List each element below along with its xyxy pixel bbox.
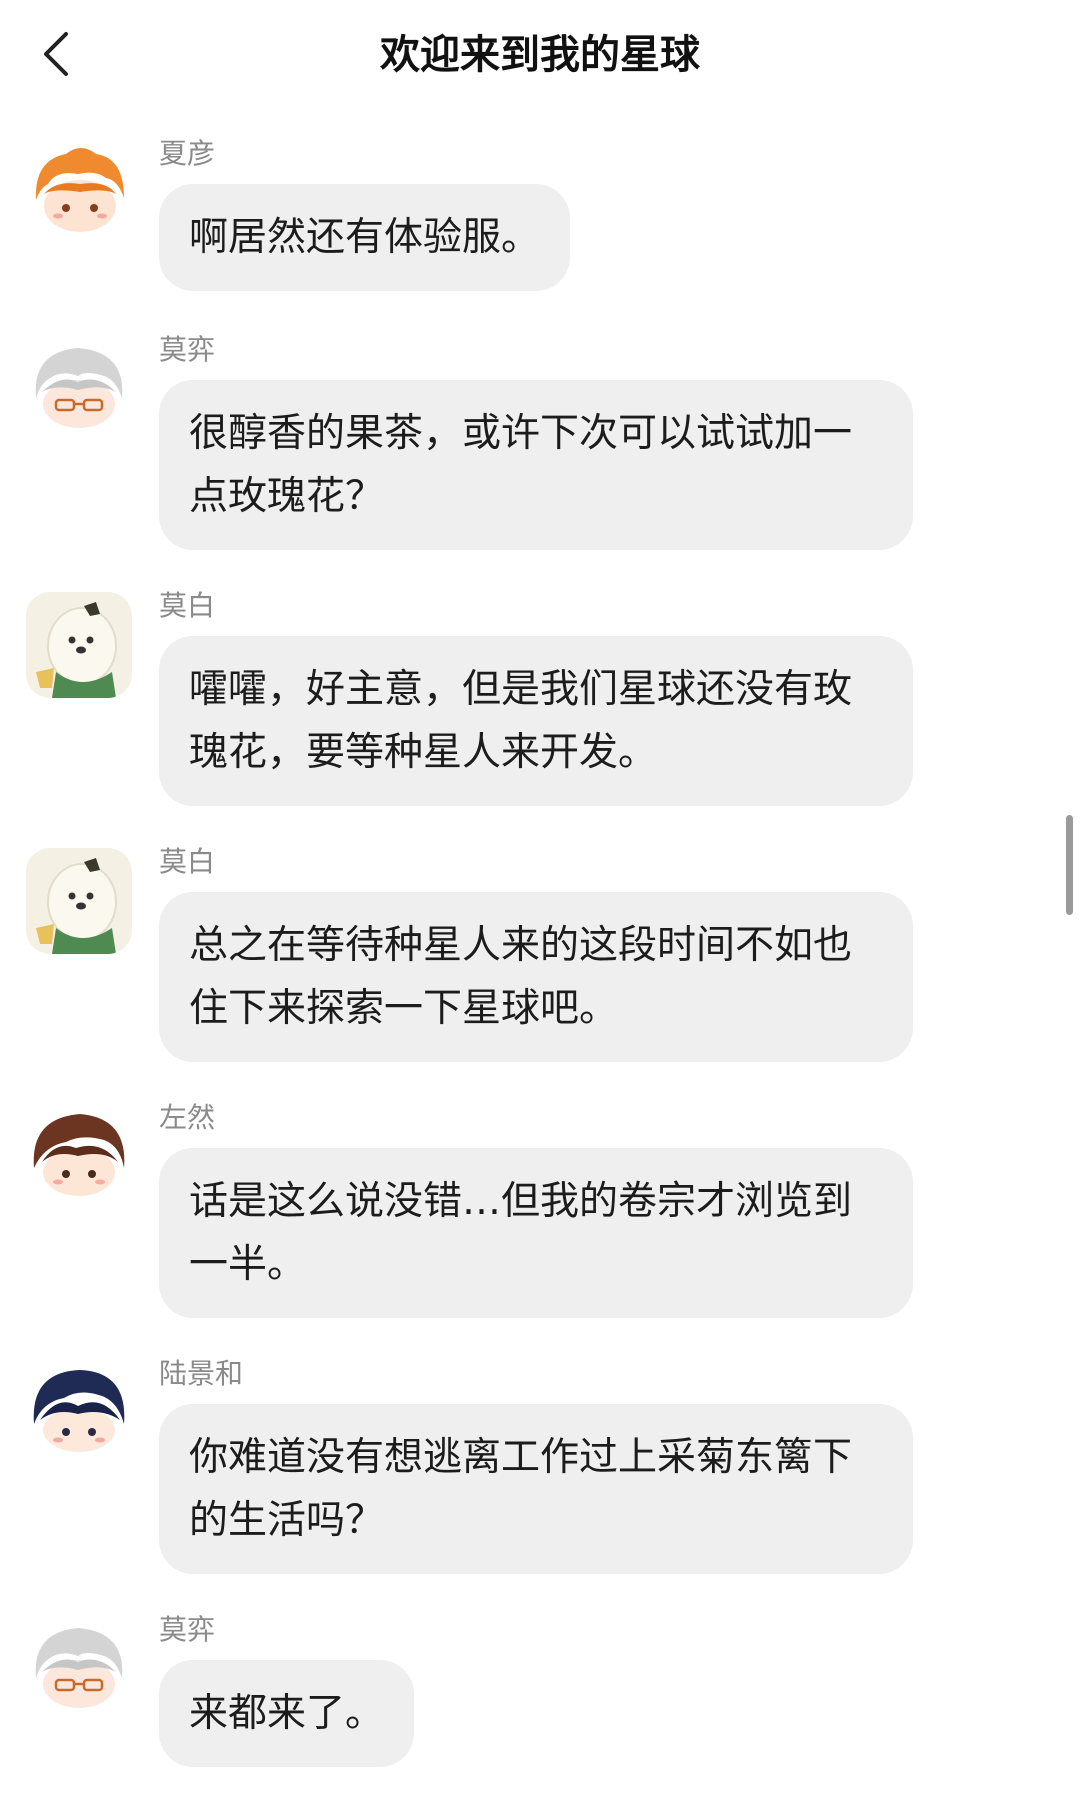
avatar[interactable]: [26, 1616, 132, 1722]
message-bubble[interactable]: 嚯嚯，好主意，但是我们星球还没有玫瑰花，要等种星人来开发。: [159, 636, 913, 806]
message-bubble[interactable]: 啊居然还有体验服。: [159, 184, 571, 291]
sender-name: 莫弈: [159, 1613, 216, 1646]
mobai-avatar-icon: [26, 592, 132, 698]
page-title: 欢迎来到我的星球: [380, 32, 700, 78]
sender-name: 左然: [159, 1101, 216, 1134]
message-bubble[interactable]: 很醇香的果茶，或许下次可以试试加一点玫瑰花？: [159, 380, 913, 550]
sender-name: 夏彦: [159, 137, 216, 170]
message-bubble[interactable]: 话是这么说没错…但我的卷宗才浏览到一半。: [159, 1148, 913, 1318]
header-bar: 欢迎来到我的星球: [0, 0, 1080, 110]
lujinghe-avatar-icon: [26, 1360, 132, 1466]
moyi-avatar-icon: [26, 1616, 132, 1722]
scrollbar[interactable]: [1066, 815, 1073, 915]
avatar[interactable]: [26, 592, 132, 698]
message-bubble[interactable]: 总之在等待种星人来的这段时间不如也住下来探索一下星球吧。: [159, 892, 913, 1062]
mobai-avatar-icon: [26, 848, 132, 954]
message-bubble[interactable]: 来都来了。: [159, 1660, 415, 1767]
sender-name: 莫白: [159, 845, 216, 878]
avatar[interactable]: [26, 848, 132, 954]
sender-name: 莫弈: [159, 333, 216, 366]
xiayan-avatar-icon: [26, 140, 132, 246]
zuoran-avatar-icon: [26, 1104, 132, 1210]
avatar[interactable]: [26, 1360, 132, 1466]
avatar[interactable]: [26, 1104, 132, 1210]
message-bubble[interactable]: 你难道没有想逃离工作过上采菊东篱下的生活吗？: [159, 1404, 913, 1574]
sender-name: 莫白: [159, 589, 216, 622]
avatar[interactable]: [26, 140, 132, 246]
moyi-avatar-icon: [26, 336, 132, 442]
sender-name: 陆景和: [159, 1357, 244, 1390]
avatar[interactable]: [26, 336, 132, 442]
